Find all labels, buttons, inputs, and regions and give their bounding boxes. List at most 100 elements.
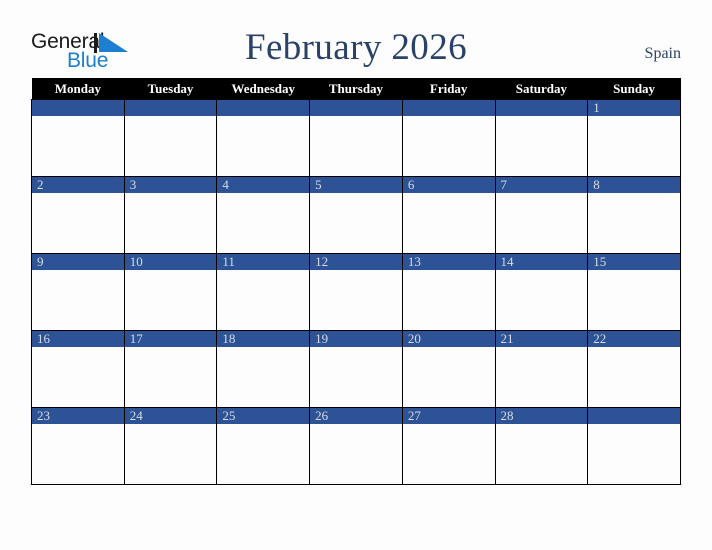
- day-cell-inner: 23: [32, 408, 124, 484]
- calendar-day-cell[interactable]: [494, 99, 589, 177]
- calendar-day-cell[interactable]: 3: [123, 176, 218, 254]
- day-number: 2: [32, 177, 124, 193]
- calendar-day-cell[interactable]: 13: [401, 253, 496, 331]
- calendar-day-cell[interactable]: [587, 407, 681, 485]
- calendar-day-cell[interactable]: [216, 99, 311, 177]
- calendar-day-cell[interactable]: 12: [309, 253, 403, 331]
- day-event-area[interactable]: [124, 116, 217, 176]
- day-number: 24: [124, 408, 217, 424]
- day-cell-inner: 6: [402, 177, 495, 253]
- calendar-day-cell[interactable]: 8: [587, 176, 681, 254]
- calendar-day-cell[interactable]: 10: [123, 253, 218, 331]
- calendar-day-cell[interactable]: 14: [494, 253, 589, 331]
- day-event-area[interactable]: [310, 116, 402, 176]
- calendar-body: 1 2 3 4 5 6 7 8 9 10 11 12 13 14 15 16 17 18 19 20 21 22 23 24 2…: [31, 99, 681, 485]
- day-event-area[interactable]: [124, 347, 217, 407]
- calendar-day-cell[interactable]: 7: [494, 176, 589, 254]
- calendar-day-cell[interactable]: 9: [31, 253, 125, 331]
- day-event-area[interactable]: [32, 270, 124, 330]
- day-cell-inner: 27: [402, 408, 495, 484]
- day-event-area[interactable]: [588, 270, 680, 330]
- day-event-area[interactable]: [495, 347, 588, 407]
- calendar-day-cell[interactable]: 25: [216, 407, 311, 485]
- day-event-area[interactable]: [588, 116, 680, 176]
- day-event-area[interactable]: [588, 424, 680, 484]
- day-cell-inner: 2: [32, 177, 124, 253]
- day-event-area[interactable]: [217, 424, 310, 484]
- day-event-area[interactable]: [495, 270, 588, 330]
- day-event-area[interactable]: [310, 193, 402, 253]
- day-event-area[interactable]: [32, 116, 124, 176]
- day-event-area[interactable]: [495, 424, 588, 484]
- calendar-day-cell[interactable]: 17: [123, 330, 218, 408]
- day-event-area[interactable]: [217, 116, 310, 176]
- calendar-day-cell[interactable]: [123, 99, 218, 177]
- calendar-day-cell[interactable]: 23: [31, 407, 125, 485]
- calendar-day-cell[interactable]: 1: [587, 99, 681, 177]
- calendar-day-cell[interactable]: [401, 99, 496, 177]
- day-event-area[interactable]: [310, 424, 402, 484]
- day-cell-inner: 20: [402, 331, 495, 407]
- day-event-area[interactable]: [588, 193, 680, 253]
- day-number: 18: [217, 331, 310, 347]
- calendar-day-cell[interactable]: 20: [401, 330, 496, 408]
- calendar-day-cell[interactable]: 5: [309, 176, 403, 254]
- day-number: 22: [588, 331, 680, 347]
- day-event-area[interactable]: [402, 116, 495, 176]
- calendar-day-cell[interactable]: 21: [494, 330, 589, 408]
- day-event-area[interactable]: [217, 270, 310, 330]
- day-event-area[interactable]: [32, 193, 124, 253]
- calendar-day-cell[interactable]: 11: [216, 253, 311, 331]
- day-event-area[interactable]: [402, 347, 495, 407]
- day-event-area[interactable]: [310, 347, 402, 407]
- day-cell-inner: 9: [32, 254, 124, 330]
- day-number: 28: [495, 408, 588, 424]
- day-number: 6: [402, 177, 495, 193]
- weekday-header-saturday: Saturday: [495, 78, 588, 100]
- day-event-area[interactable]: [495, 116, 588, 176]
- calendar-day-cell[interactable]: 18: [216, 330, 311, 408]
- day-cell-inner: 4: [217, 177, 310, 253]
- day-cell-inner: 21: [495, 331, 588, 407]
- calendar-day-cell[interactable]: 2: [31, 176, 125, 254]
- day-number: 15: [588, 254, 680, 270]
- calendar-day-cell[interactable]: 4: [216, 176, 311, 254]
- day-cell-inner: 10: [124, 254, 217, 330]
- calendar-week-row: 2345678: [31, 176, 681, 254]
- day-event-area[interactable]: [124, 270, 217, 330]
- day-event-area[interactable]: [124, 193, 217, 253]
- day-event-area[interactable]: [588, 347, 680, 407]
- day-number: 10: [124, 254, 217, 270]
- calendar-day-cell[interactable]: 28: [494, 407, 589, 485]
- day-event-area[interactable]: [495, 193, 588, 253]
- calendar-day-cell[interactable]: 19: [309, 330, 403, 408]
- day-cell-inner: 11: [217, 254, 310, 330]
- calendar-day-cell[interactable]: 22: [587, 330, 681, 408]
- calendar-day-cell[interactable]: 26: [309, 407, 403, 485]
- day-event-area[interactable]: [402, 270, 495, 330]
- weekday-header-thursday: Thursday: [309, 78, 403, 100]
- calendar-day-cell[interactable]: 16: [31, 330, 125, 408]
- day-cell-inner: 19: [310, 331, 402, 407]
- calendar-week-row: 23 24 25 26 27 28: [31, 407, 681, 485]
- day-event-area[interactable]: [402, 193, 495, 253]
- calendar-day-cell[interactable]: 27: [401, 407, 496, 485]
- day-event-area[interactable]: [217, 347, 310, 407]
- weekday-header-monday: Monday: [31, 78, 125, 100]
- calendar-day-cell[interactable]: 15: [587, 253, 681, 331]
- calendar-day-cell[interactable]: 24: [123, 407, 218, 485]
- weekday-header-friday: Friday: [402, 78, 496, 100]
- calendar-day-cell[interactable]: 6: [401, 176, 496, 254]
- day-event-area[interactable]: [217, 193, 310, 253]
- day-event-area[interactable]: [32, 424, 124, 484]
- day-cell-inner: 22: [588, 331, 680, 407]
- calendar-day-cell[interactable]: [309, 99, 403, 177]
- day-number: [310, 100, 402, 116]
- weekday-header-sunday: Sunday: [587, 78, 681, 100]
- calendar-day-cell[interactable]: [31, 99, 125, 177]
- day-event-area[interactable]: [124, 424, 217, 484]
- day-number: 16: [32, 331, 124, 347]
- day-event-area[interactable]: [402, 424, 495, 484]
- day-event-area[interactable]: [310, 270, 402, 330]
- day-event-area[interactable]: [32, 347, 124, 407]
